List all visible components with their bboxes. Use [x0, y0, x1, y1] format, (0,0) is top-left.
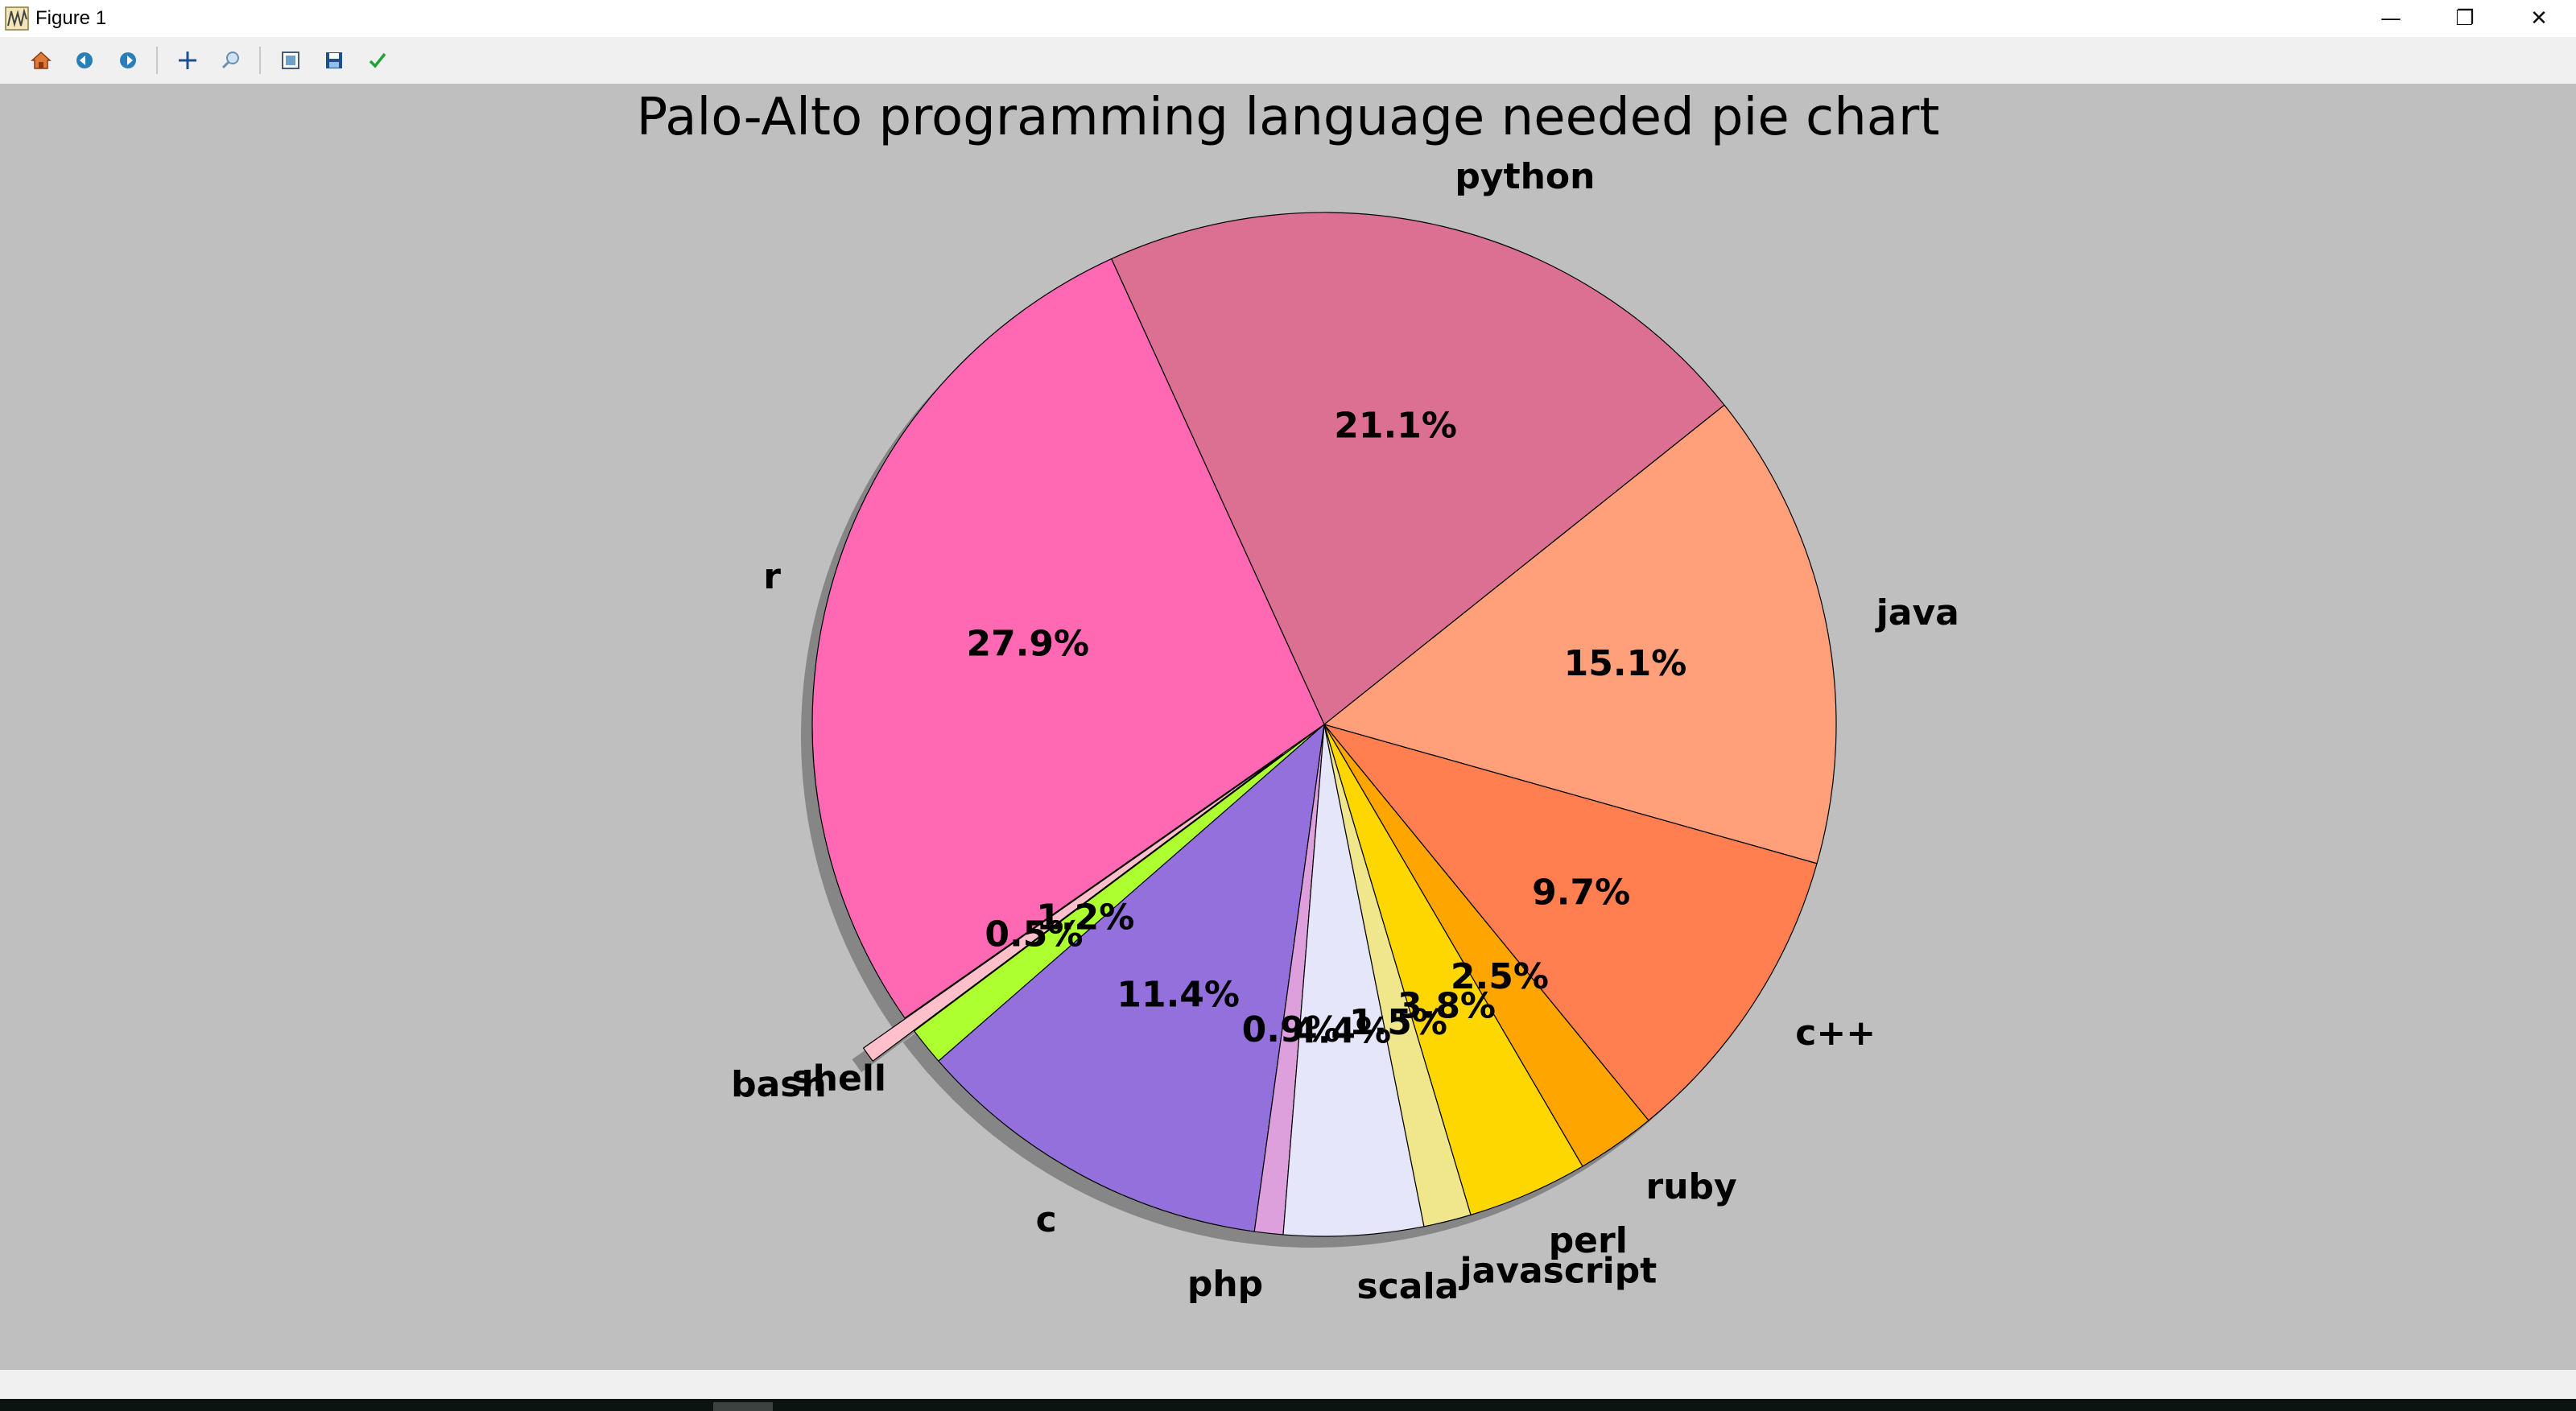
slice-label-python: python [1455, 156, 1595, 197]
home-icon [31, 51, 52, 69]
edit-parameters-button[interactable] [359, 42, 396, 79]
zoom-button[interactable] [213, 42, 250, 79]
minimize-button[interactable]: — [2354, 0, 2428, 37]
back-arrow-icon [76, 52, 93, 68]
save-button[interactable] [316, 42, 353, 79]
slice-label-java: java [1875, 592, 1959, 633]
status-bar [0, 1370, 2576, 1399]
zoom-icon [221, 52, 239, 69]
toolbar-separator [259, 47, 261, 74]
slice-label-ruby: ruby [1646, 1166, 1737, 1207]
configure-subplots-icon [282, 52, 299, 69]
pie-chart: Palo-Alto programming language needed pi… [637, 88, 1959, 1307]
slice-percent-c: 11.4% [1117, 974, 1240, 1015]
slice-label-r: r [763, 556, 781, 597]
home-button[interactable] [23, 42, 60, 79]
forward-arrow-icon [120, 52, 136, 68]
back-button[interactable] [66, 42, 103, 79]
slice-percent-ruby: 2.5% [1451, 956, 1549, 997]
slice-percent-java: 15.1% [1564, 643, 1687, 684]
matplotlib-app-icon [5, 6, 29, 31]
slice-percent-shell: 1.2% [1036, 897, 1134, 938]
slice-percent-r: 27.9% [966, 623, 1089, 664]
slice-percent-python: 21.1% [1334, 405, 1457, 446]
toolbar-separator [156, 47, 158, 74]
window-controls: — ❐ ✕ [2354, 0, 2576, 37]
slice-label-php: php [1187, 1264, 1263, 1305]
edit-parameters-icon [369, 52, 386, 68]
window-title: Figure 1 [35, 7, 107, 29]
slice-label-perl: perl [1549, 1220, 1628, 1261]
pan-icon [179, 52, 196, 69]
close-button[interactable]: ✕ [2502, 0, 2576, 37]
slice-label-shell: shell [791, 1058, 886, 1099]
title-bar: Figure 1 — ❐ ✕ [0, 0, 2576, 37]
restore-button[interactable]: ❐ [2428, 0, 2502, 37]
save-icon [326, 52, 342, 68]
slice-percent-cplusplus: 9.7% [1532, 873, 1630, 914]
taskbar [0, 1399, 2576, 1411]
figure-canvas: Palo-Alto programming language needed pi… [0, 84, 2576, 1370]
slice-label-cplusplus: c++ [1795, 1013, 1876, 1054]
pan-button[interactable] [169, 42, 206, 79]
slice-label-c: c [1036, 1199, 1057, 1240]
chart-title: Palo-Alto programming language needed pi… [637, 88, 1940, 147]
forward-button[interactable] [109, 42, 147, 79]
slice-label-scala: scala [1357, 1266, 1459, 1307]
taskbar-item[interactable] [713, 1402, 773, 1411]
configure-subplots-button[interactable] [272, 42, 309, 79]
navigation-toolbar [0, 37, 2576, 84]
